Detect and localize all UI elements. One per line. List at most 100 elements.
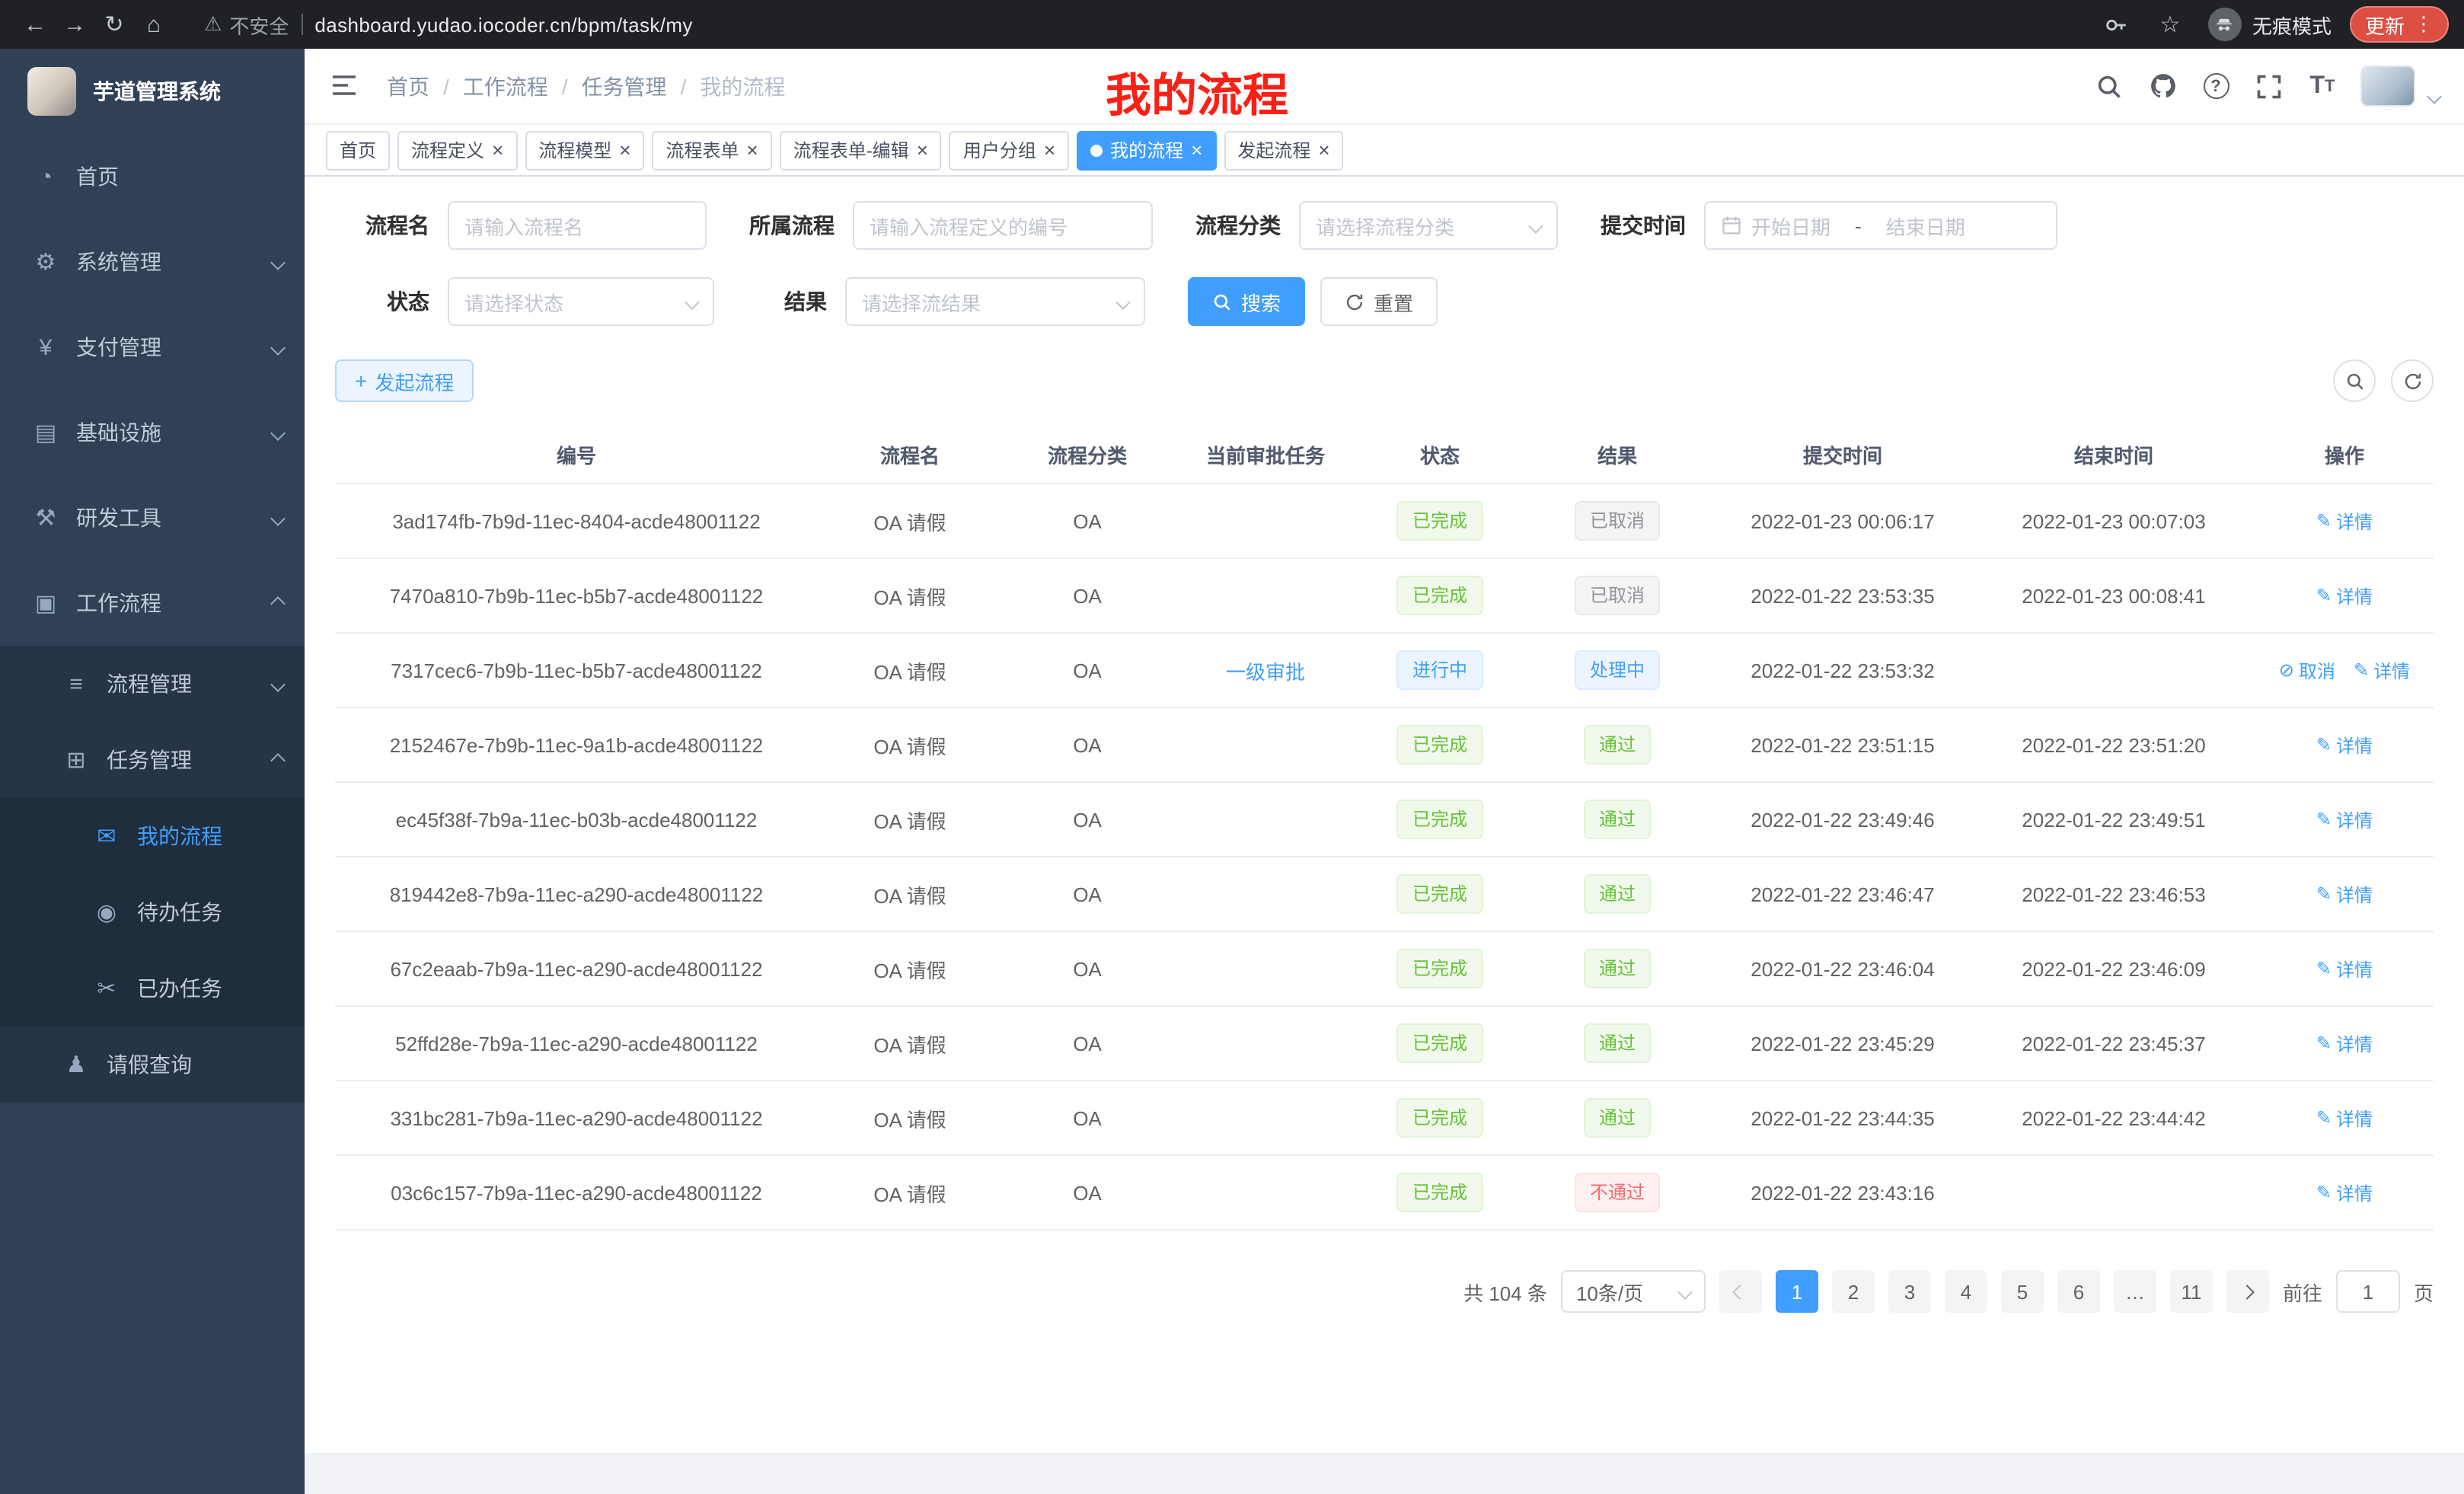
user-avatar[interactable]: [2360, 65, 2415, 107]
chevron-down-icon: [270, 425, 286, 440]
create-process-button[interactable]: + 发起流程: [335, 359, 474, 402]
forward-icon[interactable]: →: [55, 5, 94, 44]
back-icon[interactable]: ←: [15, 5, 55, 44]
security-warning[interactable]: ⚠ 不安全: [204, 10, 289, 39]
sidebar-item-系统管理[interactable]: ⚙系统管理: [0, 219, 305, 305]
sidebar-item-工作流程[interactable]: ▣工作流程: [0, 560, 305, 646]
bookmark-star-icon[interactable]: ☆: [2150, 5, 2190, 44]
pagination-ellipsis[interactable]: …: [2114, 1270, 2156, 1313]
cell-result: 通过: [1521, 874, 1713, 914]
pagination-page-5[interactable]: 5: [2001, 1270, 2044, 1313]
pagination-page-1[interactable]: 1: [1776, 1270, 1818, 1313]
sidebar-item-请假查询[interactable]: ♟请假查询: [0, 1026, 305, 1103]
sidebar-item-我的流程[interactable]: ✉我的流程: [0, 798, 305, 874]
hamburger-icon[interactable]: [329, 69, 362, 103]
pagination-page-6[interactable]: 6: [2057, 1270, 2100, 1313]
sidebar-item-流程管理[interactable]: ≡流程管理: [0, 646, 305, 722]
sidebar-item-已办任务[interactable]: ✂已办任务: [0, 950, 305, 1026]
sidebar-item-首页[interactable]: ◔首页: [0, 134, 305, 219]
process-name-input[interactable]: 请输入流程名: [448, 201, 707, 250]
close-tab-icon[interactable]: ×: [1044, 140, 1055, 160]
status-select[interactable]: 请选择状态: [448, 277, 714, 326]
page-size-select[interactable]: 10条/页: [1561, 1270, 1706, 1313]
close-tab-icon[interactable]: ×: [1318, 140, 1329, 160]
address-bar[interactable]: ⚠ 不安全 dashboard.yudao.iocoder.cn/bpm/tas…: [204, 10, 2102, 39]
fullscreen-icon[interactable]: [2254, 71, 2284, 101]
screen: ← → ↻ ⌂ ⚠ 不安全 dashboard.yudao.iocoder.cn…: [0, 0, 2464, 1494]
category-select[interactable]: 请选择流程分类: [1299, 201, 1558, 250]
sidebar-item-label: 工作流程: [76, 588, 273, 618]
cell-status: 已完成: [1358, 949, 1521, 988]
result-select[interactable]: 请选择流结果: [845, 277, 1145, 326]
sidebar-item-支付管理[interactable]: ¥支付管理: [0, 305, 305, 390]
cell-operations: ✎详情: [2255, 508, 2434, 534]
annotation-my-process: 我的流程: [1106, 58, 1288, 125]
close-tab-icon[interactable]: ×: [917, 140, 928, 160]
detail-link[interactable]: ✎详情: [2316, 583, 2373, 608]
avatar-caret-icon[interactable]: [2427, 89, 2442, 104]
github-icon[interactable]: [2147, 71, 2178, 101]
detail-link[interactable]: ✎详情: [2316, 956, 2373, 982]
table-row: 2152467e-7b9b-11ec-9a1b-acde48001122OA 请…: [335, 708, 2434, 783]
sidebar-item-任务管理[interactable]: ⊞任务管理: [0, 722, 305, 798]
tab-流程表单[interactable]: 流程表单×: [652, 130, 771, 170]
refresh-table-button[interactable]: [2391, 359, 2434, 402]
cell-category: OA: [1002, 733, 1173, 756]
tab-首页[interactable]: 首页: [326, 130, 390, 170]
key-icon[interactable]: [2102, 9, 2132, 40]
cell-submit-time: 2022-01-22 23:45:29: [1713, 1032, 1972, 1055]
tab-用户分组[interactable]: 用户分组×: [950, 130, 1069, 170]
prev-page-button[interactable]: [1719, 1270, 1762, 1313]
search-icon[interactable]: [2094, 71, 2124, 101]
home-icon[interactable]: ⌂: [134, 5, 174, 44]
cancel-link[interactable]: ⊘取消: [2279, 657, 2335, 683]
help-icon[interactable]: ?: [2201, 71, 2231, 101]
close-tab-icon[interactable]: ×: [492, 140, 503, 160]
tab-发起流程[interactable]: 发起流程×: [1224, 130, 1343, 170]
cell-process-name: OA 请假: [818, 1178, 1002, 1207]
detail-link[interactable]: ✎详情: [2316, 1030, 2373, 1056]
update-button[interactable]: 更新 ⋮: [2350, 6, 2449, 43]
reset-button[interactable]: 重置: [1320, 277, 1438, 326]
process-def-label: 所属流程: [749, 210, 835, 241]
font-size-icon[interactable]: TT: [2307, 71, 2338, 101]
search-button[interactable]: 搜索: [1188, 277, 1305, 326]
next-page-button[interactable]: [2226, 1270, 2269, 1313]
todo-task-icon: ◉: [91, 899, 122, 926]
detail-link[interactable]: ✎详情: [2316, 1105, 2373, 1131]
pagination-page-2[interactable]: 2: [1832, 1270, 1875, 1313]
close-tab-icon[interactable]: ×: [747, 140, 758, 160]
sidebar-item-待办任务[interactable]: ◉待办任务: [0, 874, 305, 950]
cell-submit-time: 2022-01-22 23:43:16: [1713, 1181, 1972, 1204]
tab-流程模型[interactable]: 流程模型×: [525, 130, 644, 170]
tab-我的流程[interactable]: 我的流程×: [1077, 130, 1216, 170]
pagination-page-4[interactable]: 4: [1945, 1270, 1987, 1313]
detail-link[interactable]: ✎详情: [2316, 1180, 2373, 1205]
status-badge: 已完成: [1397, 949, 1483, 988]
pagination-page-11[interactable]: 11: [2170, 1270, 2213, 1313]
close-tab-icon[interactable]: ×: [619, 140, 630, 160]
tab-流程定义[interactable]: 流程定义×: [397, 130, 517, 170]
process-def-input[interactable]: 请输入流程定义的编号: [853, 201, 1153, 250]
detail-link[interactable]: ✎详情: [2316, 806, 2373, 832]
detail-link[interactable]: ✎详情: [2354, 657, 2410, 683]
sidebar-item-基础设施[interactable]: ▤基础设施: [0, 390, 305, 475]
pagination-page-3[interactable]: 3: [1888, 1270, 1931, 1313]
sidebar-item-研发工具[interactable]: ⚒研发工具: [0, 475, 305, 560]
detail-link[interactable]: ✎详情: [2316, 732, 2373, 758]
process-name-label: 流程名: [335, 210, 429, 241]
tab-流程表单-编辑[interactable]: 流程表单-编辑×: [780, 130, 942, 170]
toggle-search-button[interactable]: [2333, 359, 2376, 402]
reload-icon[interactable]: ↻: [94, 5, 134, 44]
logo[interactable]: 芋道管理系统: [0, 49, 305, 134]
browser-menu-icon[interactable]: ⋮: [2414, 12, 2434, 37]
breadcrumb-item[interactable]: 任务管理: [582, 71, 667, 101]
breadcrumb-item[interactable]: 工作流程: [463, 71, 548, 101]
detail-link[interactable]: ✎详情: [2316, 508, 2373, 534]
current-task-link[interactable]: 一级审批: [1226, 660, 1305, 683]
submit-time-range[interactable]: 开始日期 - 结束日期: [1704, 201, 2057, 250]
close-tab-icon[interactable]: ×: [1191, 140, 1202, 160]
breadcrumb-item[interactable]: 首页: [387, 71, 429, 101]
goto-page-input[interactable]: [2336, 1270, 2400, 1313]
detail-link[interactable]: ✎详情: [2316, 881, 2373, 907]
